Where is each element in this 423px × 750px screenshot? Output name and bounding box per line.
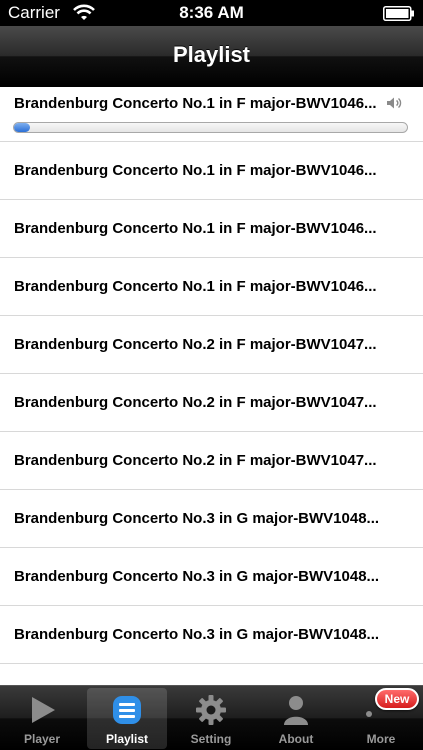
tab-label: Playlist [105,732,149,746]
playback-progress-bar[interactable] [13,122,408,133]
tab-setting[interactable]: Setting [171,688,251,749]
tab-label: Player [23,732,61,746]
list-item[interactable]: Brandenburg Concerto No.3 in G major-BWV… [0,606,423,664]
new-badge: New [375,688,419,710]
track-title: Brandenburg Concerto No.3 in G major-BWV… [14,568,380,585]
track-title: Brandenburg Concerto No.1 in F major-BWV… [14,278,377,295]
tab-about[interactable]: About [256,688,336,749]
playback-progress-fill [14,123,30,132]
track-title: Brandenburg Concerto No.1 in F major-BWV… [14,220,377,237]
page-title: Playlist [172,42,251,67]
list-item[interactable]: Brandenburg Concerto No.1 in F major-BWV… [0,200,423,258]
gear-icon [196,695,226,725]
list-item[interactable]: Brandenburg Concerto No.3 in G major-BWV… [0,490,423,548]
speaker-icon [387,97,402,109]
list-item[interactable]: Brandenburg Concerto No.2 in F major-BWV… [0,432,423,490]
track-title: Brandenburg Concerto No.3 in G major-BWV… [14,510,380,527]
track-title: Brandenburg Concerto No.3 in G major-BWV… [14,626,380,643]
tab-label: More [366,732,396,746]
person-icon [284,696,308,725]
tab-bar: Player Playlist Setting About More [0,685,423,750]
list-item[interactable]: Brandenburg Concerto No.2 in F major-BWV… [0,316,423,374]
now-playing-row[interactable]: Brandenburg Concerto No.1 in F major-BWV… [0,86,423,142]
tab-label: About [278,732,314,746]
track-title: Brandenburg Concerto No.1 in F major-BWV… [14,162,377,179]
status-time: 8:36 AM [179,3,244,22]
playlist-icon [113,696,141,724]
track-title: Brandenburg Concerto No.2 in F major-BWV… [14,394,377,411]
tab-label: Setting [190,732,232,746]
play-icon [32,697,55,723]
playlist[interactable]: Brandenburg Concerto No.1 in F major-BWV… [0,86,423,685]
status-bar: Carrier 8:36 AM [0,0,423,26]
track-title: Brandenburg Concerto No.2 in F major-BWV… [14,336,377,353]
track-title: Brandenburg Concerto No.2 in F major-BWV… [14,452,377,469]
tab-player[interactable]: Player [2,688,82,749]
list-item[interactable]: Brandenburg Concerto No.1 in F major-BWV… [0,258,423,316]
tab-playlist[interactable]: Playlist [87,688,167,749]
navigation-bar: Playlist [0,26,423,87]
list-item[interactable]: Brandenburg Concerto No.1 in F major-BWV… [0,142,423,200]
list-item[interactable]: Brandenburg Concerto No.3 in G major-BWV… [0,548,423,606]
battery-icon [383,6,414,21]
list-item[interactable]: Brandenburg Concerto No.2 in F major-BWV… [0,374,423,432]
now-playing-title: Brandenburg Concerto No.1 in F major-BWV… [14,95,377,112]
app-screen: Carrier 8:36 AM Playlist Brandenburg Con… [0,0,423,750]
